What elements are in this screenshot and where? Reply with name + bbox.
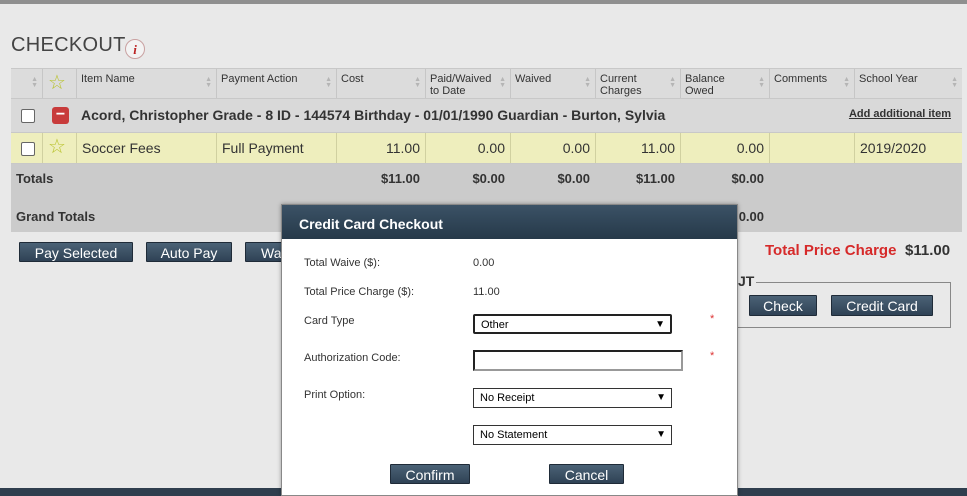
paid-cell: 0.00 (425, 133, 510, 163)
column-label: School Year (859, 73, 918, 85)
sort-icon: ▲ ▼ (843, 76, 850, 89)
totals-current: $11.00 (635, 171, 675, 186)
check-button[interactable]: Check (749, 295, 817, 316)
required-marker: * (710, 350, 715, 362)
student-checkbox[interactable] (21, 109, 35, 123)
cost-cell: 11.00 (336, 133, 425, 163)
credit-card-button[interactable]: Credit Card (831, 295, 933, 316)
sort-icon: ▲ ▼ (584, 76, 591, 89)
print-option-select[interactable]: No Receipt ▼ (473, 388, 672, 408)
column-current-charges[interactable]: Current Charges ▲ ▼ (595, 69, 680, 98)
row-checkbox[interactable] (21, 142, 35, 156)
checkout-legend: JT (736, 273, 757, 289)
column-label: Balance Owed (685, 73, 725, 97)
star-icon[interactable]: ☆ (48, 137, 66, 157)
total-waive-label: Total Waive ($): (304, 257, 381, 269)
select-all-header[interactable]: ▲ ▼ (11, 69, 42, 98)
sort-icon: ▲ ▼ (205, 76, 212, 89)
print-option-label: Print Option: (304, 389, 366, 401)
balance-cell: 0.00 (680, 133, 769, 163)
column-label: Paid/Waived to Date (430, 73, 492, 97)
print-option-value: No Receipt (480, 392, 535, 404)
chevron-down-icon: ▼ (656, 429, 666, 440)
required-marker: * (710, 313, 715, 325)
dialog-title: Credit Card Checkout (282, 205, 737, 239)
totals-label: Totals (16, 171, 54, 186)
column-item-name[interactable]: Item Name ▲ ▼ (76, 69, 216, 98)
info-icon[interactable]: i (125, 39, 145, 59)
favorite-header[interactable]: ☆ (42, 69, 76, 98)
chevron-down-icon: ▼ (656, 392, 666, 403)
table-row: ☆ Soccer Fees Full Payment 11.00 0.00 0.… (11, 133, 962, 164)
column-label: Waived (515, 73, 552, 85)
item-name: Soccer Fees (76, 133, 216, 163)
sort-icon: ▲ ▼ (669, 76, 676, 89)
grid-header: ▲ ▼ ☆ Item Name ▲ ▼ Payment Action ▲ ▼ Cost ▲ ▼… (11, 68, 962, 99)
sort-icon: ▲ ▼ (499, 76, 506, 89)
star-icon: ☆ (48, 72, 66, 94)
cancel-button[interactable]: Cancel (549, 464, 624, 484)
checkout-fieldset: JT Check Credit Card (724, 273, 951, 328)
column-balance-owed[interactable]: Balance Owed ▲ ▼ (680, 69, 769, 98)
page-title: CHECKOUT (11, 34, 126, 56)
sort-icon: ▲ ▼ (325, 76, 332, 89)
totals-cost: $11.00 (380, 171, 420, 186)
total-price-label: Total Price Charge (765, 242, 897, 259)
card-type-value: Other (481, 319, 509, 331)
totals-row: Totals $11.00 $0.00 $0.00 $11.00 $0.00 (11, 164, 962, 194)
sort-icon: ▲ ▼ (758, 76, 765, 89)
student-row: − Acord, Christopher Grade - 8 ID - 1445… (11, 99, 962, 133)
total-waive-value: 0.00 (473, 257, 495, 269)
column-payment-action[interactable]: Payment Action ▲ ▼ (216, 69, 336, 98)
grand-totals-label: Grand Totals (16, 209, 96, 224)
column-cost[interactable]: Cost ▲ ▼ (336, 69, 425, 98)
waived-cell: 0.00 (510, 133, 595, 163)
favorite-cell: ☆ (42, 133, 76, 163)
column-school-year[interactable]: School Year ▲ ▼ (854, 69, 962, 98)
chevron-down-icon: ▼ (655, 319, 665, 330)
sort-icon: ▲ ▼ (414, 76, 421, 89)
card-type-select[interactable]: Other ▼ (473, 314, 672, 334)
confirm-button[interactable]: Confirm (390, 464, 470, 484)
statement-option-value: No Statement (480, 429, 548, 441)
sort-icon: ▲ ▼ (31, 76, 38, 89)
school-year-cell: 2019/2020 (854, 133, 962, 163)
column-waived[interactable]: Waived ▲ ▼ (510, 69, 595, 98)
card-type-label: Card Type (304, 315, 355, 327)
comments-cell[interactable] (769, 133, 854, 163)
payment-action[interactable]: Full Payment (216, 133, 336, 163)
column-label: Item Name (81, 73, 135, 85)
column-comments[interactable]: Comments ▲ ▼ (769, 69, 854, 98)
totals-waived: $0.00 (557, 171, 590, 186)
sort-icon: ▲ ▼ (951, 76, 958, 89)
current-charges-cell: 11.00 (595, 133, 680, 163)
auto-pay-button[interactable]: Auto Pay (146, 242, 232, 262)
column-paid-waived[interactable]: Paid/Waived to Date ▲ ▼ (425, 69, 510, 98)
credit-card-checkout-dialog: Credit Card Checkout Total Waive ($): 0.… (281, 204, 738, 496)
totals-balance: $0.00 (731, 171, 764, 186)
totals-paid: $0.00 (472, 171, 505, 186)
total-price-charge-label: Total Price Charge ($): (304, 286, 415, 298)
column-label: Payment Action (221, 73, 298, 85)
column-label: Comments (774, 73, 828, 85)
minus-icon[interactable]: − (52, 107, 69, 124)
column-label: Current Charges (600, 73, 642, 97)
total-price-charge-value: 11.00 (473, 286, 500, 298)
authorization-code-input[interactable] (473, 350, 683, 371)
add-additional-item-link[interactable]: Add additional item (849, 108, 951, 120)
total-price-value: $11.00 (905, 242, 951, 259)
statement-option-select[interactable]: No Statement ▼ (473, 425, 672, 445)
student-summary: Acord, Christopher Grade - 8 ID - 144574… (81, 107, 666, 123)
authorization-code-label: Authorization Code: (304, 352, 401, 364)
pay-selected-button[interactable]: Pay Selected (19, 242, 133, 262)
column-label: Cost (341, 73, 364, 85)
